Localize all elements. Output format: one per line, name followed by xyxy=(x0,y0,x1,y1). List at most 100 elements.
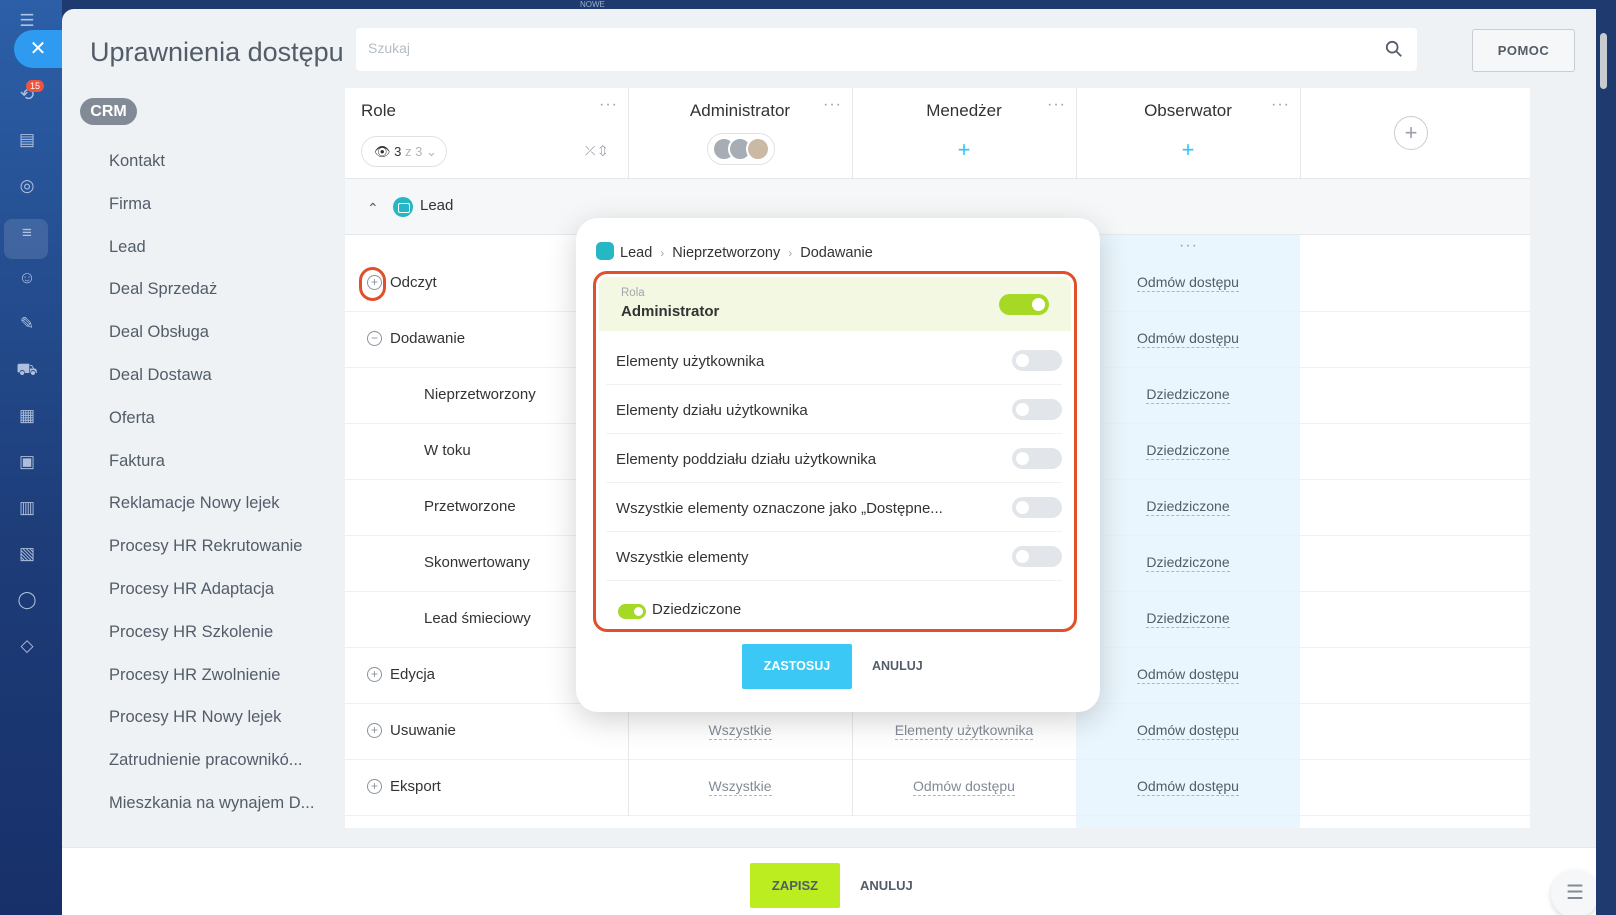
expand-plus-icon[interactable]: + xyxy=(367,723,382,738)
save-button[interactable]: ZAPISZ xyxy=(750,863,840,908)
expand-plus-icon[interactable]: + xyxy=(367,667,382,682)
more-icon[interactable]: ··· xyxy=(599,96,618,114)
more-icon[interactable]: ··· xyxy=(1271,96,1290,114)
funnel-icon[interactable]: ≡ xyxy=(16,222,38,244)
entity-item[interactable]: Deal Sprzedaż xyxy=(109,274,314,317)
option-toggle[interactable] xyxy=(1012,448,1062,469)
cart-icon[interactable]: ⛟ xyxy=(16,359,38,381)
cancel-button[interactable]: ANULUJ xyxy=(860,878,913,893)
chevron-up-icon[interactable]: ⌃ xyxy=(367,200,387,220)
administrator-members[interactable] xyxy=(707,133,775,165)
entity-item[interactable]: Procesy HR Zwolnienie xyxy=(109,660,314,703)
left-nav-rail: ☰ ⟲ 15 ▤ ◎ ≡ ☺ ✎ ⛟ ▦ ▣ ▥ ▧ ◯ ◇ xyxy=(0,0,62,915)
menu-icon[interactable]: ☰ xyxy=(16,10,38,32)
cell-value: Wszystkie xyxy=(708,778,772,796)
add-role-icon[interactable]: + xyxy=(1394,116,1428,150)
entity-list: Kontakt Firma Lead Deal Sprzedaż Deal Ob… xyxy=(109,146,314,831)
search-input[interactable] xyxy=(368,40,1328,56)
entity-item[interactable]: Deal Obsługa xyxy=(109,317,314,360)
column-manager: Menedżer xyxy=(926,101,1002,120)
observer-cell[interactable]: Dziedziczone xyxy=(1076,442,1300,460)
observer-cell[interactable]: Odmów dostępu xyxy=(1076,722,1300,740)
observer-cell[interactable]: Odmów dostępu xyxy=(1076,330,1300,348)
cell-value: Dziedziczone xyxy=(1146,498,1230,516)
entity-item[interactable]: Procesy HR Rekrutowanie xyxy=(109,531,314,574)
popup-cancel-button[interactable]: ANULUJ xyxy=(872,659,923,673)
role-toggle[interactable] xyxy=(999,294,1049,315)
more-icon[interactable]: ··· xyxy=(1047,96,1066,114)
calendar-icon[interactable]: ▣ xyxy=(16,451,38,473)
option-row: Wszystkie elementy oznaczone jako „Dostę… xyxy=(606,483,1062,532)
chevron-right-icon: › xyxy=(788,246,793,260)
search-bar xyxy=(356,28,1417,71)
option-row: Elementy działu użytkownika xyxy=(606,385,1062,434)
entity-item[interactable]: Zatrudnienie pracownikó... xyxy=(109,745,314,788)
observer-cell[interactable]: Odmów dostępu xyxy=(1076,274,1300,292)
entity-item[interactable]: Faktura xyxy=(109,446,314,489)
entity-item[interactable]: Procesy HR Adaptacja xyxy=(109,574,314,617)
cube-icon[interactable]: ◇ xyxy=(16,635,38,657)
expand-plus-icon[interactable]: + xyxy=(367,779,382,794)
help-button[interactable]: POMOC xyxy=(1472,29,1575,72)
entity-item[interactable]: Kontakt xyxy=(109,146,314,189)
add-member-plus-icon[interactable]: + xyxy=(1175,138,1201,164)
table-row: + Usuwanie Wszystkie Elementy użytkownik… xyxy=(345,704,1530,760)
robot-icon[interactable]: ☺ xyxy=(16,267,38,289)
inherit-toggle[interactable] xyxy=(618,604,646,619)
permission-popup: Lead › Nieprzetworzony › Dodawanie Rola Admi… xyxy=(576,218,1100,712)
pen-icon[interactable]: ✎ xyxy=(16,313,38,335)
entity-item[interactable]: Procesy HR Nowy lejek xyxy=(109,702,314,745)
page-scrollbar[interactable] xyxy=(1600,33,1607,89)
store-icon[interactable]: ▦ xyxy=(16,405,38,427)
observer-cell[interactable]: Dziedziczone xyxy=(1076,554,1300,572)
collapse-minus-icon[interactable]: − xyxy=(367,331,382,346)
collapse-expand-icon[interactable]: ⤫ ⇕ xyxy=(585,143,606,159)
entity-item[interactable]: Firma xyxy=(109,189,314,232)
top-tag: NOWE xyxy=(580,0,605,9)
row-label: Przetworzone xyxy=(424,498,516,515)
option-toggle[interactable] xyxy=(1012,350,1062,371)
document-icon[interactable]: ▧ xyxy=(16,543,38,565)
option-toggle[interactable] xyxy=(1012,399,1062,420)
card-icon[interactable]: ▤ xyxy=(16,129,38,151)
more-icon[interactable]: ··· xyxy=(1179,237,1198,255)
target-icon[interactable]: ◎ xyxy=(16,175,38,197)
crm-section-pill[interactable]: CRM xyxy=(80,98,137,125)
entity-item[interactable]: Reklamacje Nowy lejek xyxy=(109,488,314,531)
column-administrator: Administrator xyxy=(689,101,791,120)
option-toggle[interactable] xyxy=(1012,546,1062,567)
expand-plus-icon[interactable]: + xyxy=(367,275,382,290)
row-label: W toku xyxy=(424,442,471,459)
manager-cell[interactable]: Elementy użytkownika xyxy=(852,722,1076,740)
breadcrumb-item: Nieprzetworzony xyxy=(672,245,781,261)
entity-item[interactable]: Procesy HR Szkolenie xyxy=(109,617,314,660)
option-toggle[interactable] xyxy=(1012,497,1062,518)
manager-cell[interactable]: Odmów dostępu xyxy=(852,778,1076,796)
observer-cell[interactable]: Odmów dostępu xyxy=(1076,666,1300,684)
observer-cell[interactable]: Dziedziczone xyxy=(1076,498,1300,516)
cell-value: Dziedziczone xyxy=(1146,442,1230,460)
observer-cell[interactable]: Dziedziczone xyxy=(1076,610,1300,628)
notification-badge: 15 xyxy=(26,80,45,92)
cell-value: Odmów dostępu xyxy=(1137,274,1239,292)
page-title: Uprawnienia dostępu xyxy=(90,37,344,67)
search-icon[interactable] xyxy=(1385,40,1403,58)
more-icon[interactable]: ··· xyxy=(823,96,842,114)
administrator-cell[interactable]: Wszystkie xyxy=(628,778,852,796)
administrator-cell[interactable]: Wszystkie xyxy=(628,722,852,740)
add-member-plus-icon[interactable]: + xyxy=(951,138,977,164)
entity-item[interactable]: Oferta xyxy=(109,403,314,446)
role-filter[interactable]: 👁 3 z 3 ⌄ xyxy=(361,136,447,167)
observer-cell[interactable]: Odmów dostępu xyxy=(1076,778,1300,796)
chevron-down-icon: ⌄ xyxy=(425,144,437,159)
close-slider-button[interactable]: ✕ xyxy=(14,30,62,68)
observer-cell[interactable]: Dziedziczone xyxy=(1076,386,1300,404)
entity-item[interactable]: Deal Dostawa xyxy=(109,360,314,403)
ring-icon[interactable]: ◯ xyxy=(16,589,38,611)
entity-item[interactable]: Mieszkania na wynajem D... xyxy=(109,788,314,831)
apply-button[interactable]: ZASTOSUJ xyxy=(742,644,852,689)
breadcrumb-item: Lead xyxy=(620,245,653,261)
chart-icon[interactable]: ▥ xyxy=(16,497,38,519)
menu-list-icon[interactable]: ☰ xyxy=(1551,870,1596,915)
entity-item[interactable]: Lead xyxy=(109,232,314,275)
